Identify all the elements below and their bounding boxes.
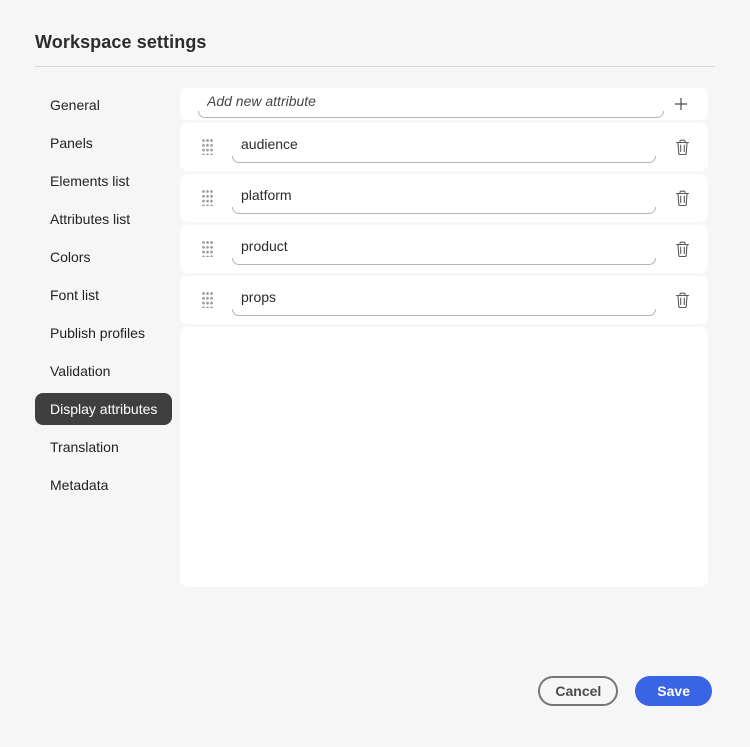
delete-attribute-button[interactable] bbox=[656, 276, 708, 324]
trash-icon bbox=[675, 190, 690, 207]
sidebar-item-elements-list[interactable]: Elements list bbox=[35, 165, 144, 197]
sidebar-item-translation[interactable]: Translation bbox=[35, 431, 134, 463]
sidebar-item-label: Validation bbox=[50, 363, 110, 379]
attribute-row bbox=[180, 123, 708, 171]
sidebar-item-panels[interactable]: Panels bbox=[35, 127, 108, 159]
sidebar-item-label: Elements list bbox=[50, 173, 129, 189]
add-attribute-row bbox=[180, 88, 708, 120]
delete-attribute-button[interactable] bbox=[656, 123, 708, 171]
drag-handle-icon[interactable] bbox=[202, 139, 213, 155]
add-attribute-button[interactable] bbox=[664, 88, 698, 120]
sidebar-item-label: Font list bbox=[50, 287, 99, 303]
settings-sidebar: General Panels Elements list Attributes … bbox=[35, 89, 180, 507]
save-button[interactable]: Save bbox=[635, 676, 712, 706]
attribute-input[interactable] bbox=[232, 187, 656, 209]
sidebar-item-colors[interactable]: Colors bbox=[35, 241, 105, 273]
add-attribute-input[interactable] bbox=[198, 93, 664, 115]
drag-handle-icon[interactable] bbox=[202, 190, 213, 206]
attribute-field bbox=[232, 182, 656, 214]
attribute-input[interactable] bbox=[232, 289, 656, 311]
sidebar-item-label: Metadata bbox=[50, 477, 108, 493]
attribute-field bbox=[232, 233, 656, 265]
attribute-field bbox=[232, 284, 656, 316]
sidebar-item-validation[interactable]: Validation bbox=[35, 355, 125, 387]
sidebar-item-general[interactable]: General bbox=[35, 89, 115, 121]
attribute-field bbox=[232, 131, 656, 163]
title-divider bbox=[35, 66, 715, 67]
delete-attribute-button[interactable] bbox=[656, 174, 708, 222]
sidebar-item-publish-profiles[interactable]: Publish profiles bbox=[35, 317, 160, 349]
trash-icon bbox=[675, 139, 690, 156]
attribute-row bbox=[180, 174, 708, 222]
attribute-input[interactable] bbox=[232, 136, 656, 158]
sidebar-item-display-attributes[interactable]: Display attributes bbox=[35, 393, 172, 425]
trash-icon bbox=[675, 292, 690, 309]
sidebar-item-metadata[interactable]: Metadata bbox=[35, 469, 123, 501]
drag-handle-icon[interactable] bbox=[202, 241, 213, 257]
attribute-input[interactable] bbox=[232, 238, 656, 260]
trash-icon bbox=[675, 241, 690, 258]
sidebar-item-attributes-list[interactable]: Attributes list bbox=[35, 203, 145, 235]
attribute-row bbox=[180, 225, 708, 273]
sidebar-item-font-list[interactable]: Font list bbox=[35, 279, 114, 311]
drag-handle-icon[interactable] bbox=[202, 292, 213, 308]
plus-icon bbox=[674, 97, 688, 111]
add-attribute-field bbox=[198, 89, 664, 119]
content-filler-panel bbox=[180, 327, 708, 587]
attribute-row bbox=[180, 276, 708, 324]
sidebar-item-label: Colors bbox=[50, 249, 90, 265]
sidebar-item-label: Panels bbox=[50, 135, 93, 151]
dialog-footer: Cancel Save bbox=[538, 676, 712, 706]
cancel-button[interactable]: Cancel bbox=[538, 676, 618, 706]
sidebar-item-label: Translation bbox=[50, 439, 119, 455]
sidebar-item-label: Display attributes bbox=[50, 401, 157, 417]
page-title: Workspace settings bbox=[35, 32, 207, 53]
sidebar-item-label: Attributes list bbox=[50, 211, 130, 227]
display-attributes-panel bbox=[180, 88, 708, 587]
sidebar-item-label: General bbox=[50, 97, 100, 113]
sidebar-item-label: Publish profiles bbox=[50, 325, 145, 341]
delete-attribute-button[interactable] bbox=[656, 225, 708, 273]
workspace-settings-dialog: Workspace settings General Panels Elemen… bbox=[0, 0, 750, 747]
